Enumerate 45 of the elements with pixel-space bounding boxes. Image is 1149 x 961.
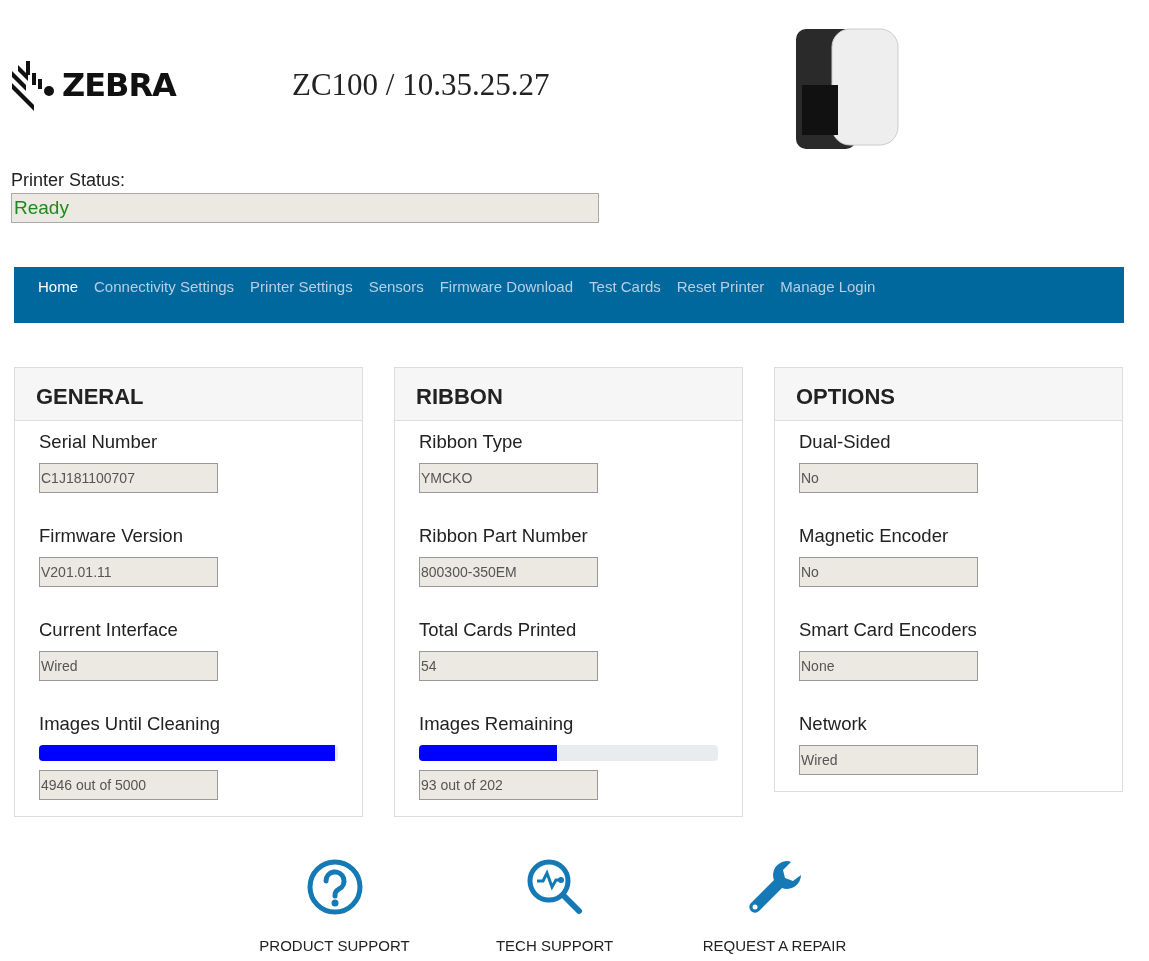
value-field: 54 <box>419 651 598 681</box>
printer-title: ZC100 / 10.35.25.27 <box>292 67 551 103</box>
logo-wordmark: ZEBRA <box>62 66 176 104</box>
value-field: V201.01.11 <box>39 557 218 587</box>
help-icon <box>306 859 363 915</box>
magnifier-pulse-icon <box>526 859 583 915</box>
card-title: RIBBON <box>395 368 742 421</box>
nav-link[interactable]: Printer Settings <box>250 278 353 295</box>
card-title: GENERAL <box>15 368 362 421</box>
field-label: Ribbon Type <box>419 431 524 454</box>
field-label: Smart Card Encoders <box>799 619 978 642</box>
nav-link[interactable]: Connectivity Settings <box>94 278 235 295</box>
value-field: 800300-350EM <box>419 557 598 587</box>
field-label: Ribbon Part Number <box>419 525 589 548</box>
field-label: Network <box>799 713 868 736</box>
value-field: YMCKO <box>419 463 598 493</box>
field-label: Images Until Cleaning <box>39 713 221 736</box>
field-label: Images Remaining <box>419 713 575 736</box>
nav-link[interactable]: Firmware Download <box>439 278 574 295</box>
value-field: 4946 out of 5000 <box>39 770 218 800</box>
card-title: OPTIONS <box>775 368 1122 421</box>
support-link[interactable]: PRODUCT SUPPORT <box>254 859 415 954</box>
nav-link[interactable]: Manage Login <box>780 278 876 295</box>
support-link[interactable]: REQUEST A REPAIR <box>694 859 855 954</box>
field-label: Dual-Sided <box>799 431 892 454</box>
value-field: Wired <box>39 651 218 681</box>
value-field: Wired <box>799 745 978 775</box>
wrench-icon <box>746 859 803 915</box>
value-field: 93 out of 202 <box>419 770 598 800</box>
nav-link[interactable]: Reset Printer <box>676 278 765 295</box>
status-field: Ready <box>11 193 599 223</box>
value-field: None <box>799 651 978 681</box>
field-label: Magnetic Encoder <box>799 525 950 548</box>
field-label: Serial Number <box>39 431 159 454</box>
status-label: Printer Status: <box>11 170 127 191</box>
field-label: Current Interface <box>39 619 179 642</box>
nav-link[interactable]: Test Cards <box>589 278 661 295</box>
field-label: Firmware Version <box>39 525 184 548</box>
value-field: No <box>799 557 978 587</box>
value-field: No <box>799 463 978 493</box>
nav-link[interactable]: Home <box>38 278 78 295</box>
support-link[interactable]: TECH SUPPORT <box>474 859 635 954</box>
field-label: Total Cards Printed <box>419 619 578 642</box>
nav-link[interactable]: Sensors <box>368 278 424 295</box>
value-field: C1J181100707 <box>39 463 218 493</box>
